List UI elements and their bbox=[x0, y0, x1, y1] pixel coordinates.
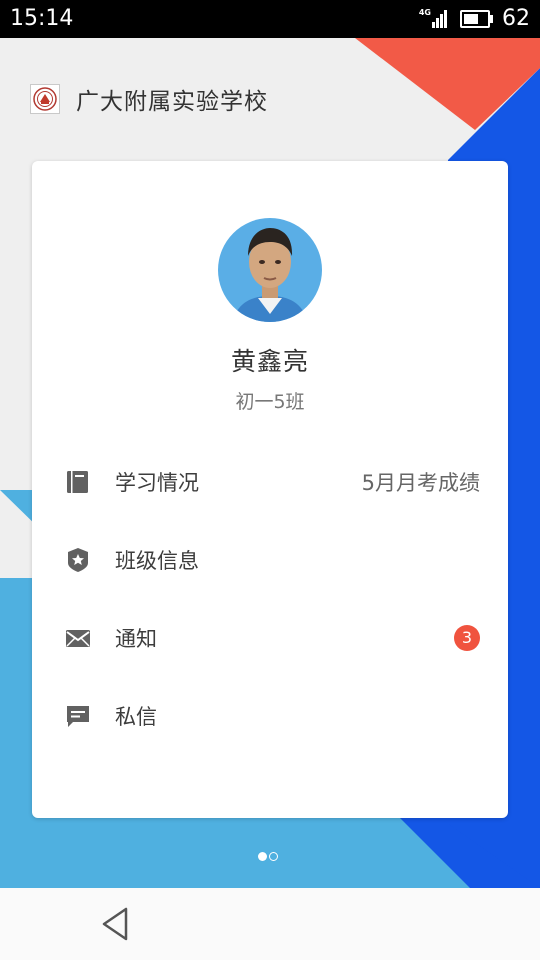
app-header: 广大附属实验学校 bbox=[30, 82, 268, 116]
battery-level bbox=[464, 14, 478, 24]
menu-item-label: 学习情况 bbox=[115, 471, 199, 495]
network-type: 4G bbox=[418, 7, 431, 17]
menu-item-label: 私信 bbox=[115, 705, 157, 729]
status-time: 15:14 bbox=[10, 6, 74, 31]
book-icon bbox=[67, 471, 88, 493]
avatar[interactable] bbox=[218, 218, 322, 322]
menu-item-class-info[interactable]: 班级信息 bbox=[32, 531, 508, 589]
chat-icon bbox=[67, 706, 89, 727]
battery-percent: 62 bbox=[502, 6, 530, 31]
notification-count-badge: 3 bbox=[454, 625, 480, 651]
status-bar: 15:14 4G 62 bbox=[0, 0, 540, 38]
menu-item-label: 通知 bbox=[115, 627, 157, 651]
page-dot-active[interactable] bbox=[258, 852, 267, 861]
shield-star-icon bbox=[68, 548, 88, 572]
status-indicators: 4G 62 bbox=[419, 5, 530, 33]
menu-item-value: 5月月考成绩 bbox=[361, 471, 480, 495]
menu-item-notification[interactable]: 通知 3 bbox=[32, 609, 508, 667]
menu-item-label: 班级信息 bbox=[115, 549, 199, 573]
navigation-bar bbox=[0, 888, 540, 960]
menu-item-private-message[interactable]: 私信 bbox=[32, 687, 508, 745]
school-name: 广大附属实验学校 bbox=[76, 89, 268, 115]
school-crest-icon bbox=[30, 84, 60, 114]
profile-card: 黄鑫亮 初一5班 学习情况 5月月考成绩 班级信息 通知 3 私信 bbox=[32, 161, 508, 818]
page-dot-inactive[interactable] bbox=[269, 852, 278, 861]
student-name: 黄鑫亮 bbox=[230, 347, 309, 376]
battery-icon bbox=[460, 10, 493, 28]
page-indicator bbox=[258, 852, 280, 861]
menu-item-study[interactable]: 学习情况 5月月考成绩 bbox=[32, 453, 508, 511]
mail-icon bbox=[66, 630, 90, 647]
signal-icon bbox=[432, 10, 448, 28]
student-class: 初一5班 bbox=[235, 391, 305, 413]
back-triangle-icon[interactable] bbox=[96, 904, 136, 944]
